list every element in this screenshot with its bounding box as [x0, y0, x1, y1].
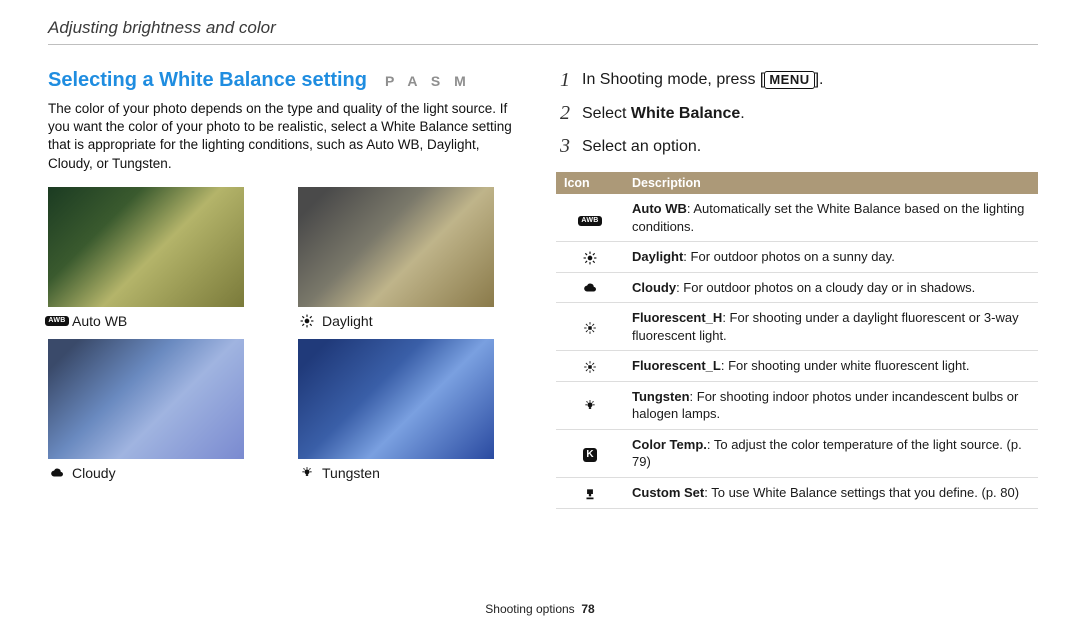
thumb-label: Tungsten [322, 465, 380, 481]
option-desc: : For shooting under white fluorescent l… [721, 358, 970, 373]
cloudy-icon [48, 466, 66, 480]
step-1: 1 In Shooting mode, press [MENU]. [556, 69, 1038, 92]
auto-wb-icon: AWB [578, 216, 601, 226]
option-name: Daylight [632, 249, 683, 264]
example-image-auto-wb [48, 187, 244, 307]
option-name: Fluorescent_L [632, 358, 721, 373]
thumb-label: Auto WB [72, 313, 127, 329]
step-number: 3 [556, 135, 570, 158]
tungsten-icon [298, 466, 316, 480]
option-name: Auto WB [632, 201, 687, 216]
table-row: Fluorescent_H: For shooting under a dayl… [556, 303, 1038, 351]
step-2: 2 Select White Balance. [556, 102, 1038, 125]
daylight-icon [298, 314, 316, 328]
option-name: Color Temp. [632, 437, 707, 452]
table-row: K Color Temp.: To adjust the color tempe… [556, 429, 1038, 477]
thumb-daylight: Daylight [298, 187, 526, 329]
color-temp-icon: K [583, 448, 597, 462]
example-image-tungsten [298, 339, 494, 459]
daylight-icon [581, 249, 599, 264]
table-row: Daylight: For outdoor photos on a sunny … [556, 242, 1038, 273]
option-desc: : For outdoor photos on a sunny day. [683, 249, 895, 264]
custom-set-icon [581, 485, 599, 500]
step-text: . [740, 105, 744, 122]
option-desc: : For outdoor photos on a cloudy day or … [676, 280, 975, 295]
step-number: 2 [556, 102, 570, 125]
cloudy-icon [581, 280, 599, 295]
menu-button-chip: MENU [764, 71, 814, 89]
option-desc: : For shooting indoor photos under incan… [632, 389, 1018, 422]
mode-indicator-pasm: P A S M [385, 73, 471, 89]
auto-wb-icon: AWB [48, 314, 66, 328]
white-balance-options-table: Icon Description AWB Auto WB: Automatica… [556, 172, 1038, 509]
instruction-steps: 1 In Shooting mode, press [MENU]. 2 Sele… [556, 69, 1038, 158]
table-row: Tungsten: For shooting indoor photos und… [556, 381, 1038, 429]
option-desc: : To use White Balance settings that you… [704, 485, 1019, 500]
page-footer: Shooting options 78 [0, 602, 1080, 616]
section-divider [48, 44, 1038, 45]
thumb-cloudy: Cloudy [48, 339, 276, 481]
footer-section: Shooting options [485, 602, 574, 616]
step-3: 3 Select an option. [556, 135, 1038, 158]
table-row: Fluorescent_L: For shooting under white … [556, 351, 1038, 382]
breadcrumb: Adjusting brightness and color [48, 18, 1038, 38]
step-text: Select [582, 105, 631, 122]
table-row: AWB Auto WB: Automatically set the White… [556, 194, 1038, 242]
example-image-cloudy [48, 339, 244, 459]
table-head-icon: Icon [556, 172, 624, 194]
intro-paragraph: The color of your photo depends on the t… [48, 100, 526, 173]
page-number: 78 [581, 602, 594, 616]
option-name: Cloudy [632, 280, 676, 295]
table-row: Custom Set: To use White Balance setting… [556, 478, 1038, 509]
table-head-description: Description [624, 172, 1038, 194]
tungsten-icon [581, 398, 599, 413]
thumb-auto-wb: AWB Auto WB [48, 187, 276, 329]
fluorescent-h-icon [581, 319, 599, 334]
thumb-tungsten: Tungsten [298, 339, 526, 481]
step-number: 1 [556, 69, 570, 92]
example-thumbnail-grid: AWB Auto WB Daylight Cloudy [48, 187, 526, 481]
option-desc: : Automatically set the White Balance ba… [632, 201, 1024, 234]
thumb-label: Daylight [322, 313, 373, 329]
step-text-bold: White Balance [631, 105, 740, 122]
step-text: ]. [815, 72, 824, 89]
step-text: In Shooting mode, press [ [582, 72, 764, 89]
option-name: Custom Set [632, 485, 704, 500]
fluorescent-l-icon [581, 358, 599, 373]
table-row: Cloudy: For outdoor photos on a cloudy d… [556, 272, 1038, 303]
example-image-daylight [298, 187, 494, 307]
option-name: Tungsten [632, 389, 690, 404]
option-name: Fluorescent_H [632, 310, 722, 325]
thumb-label: Cloudy [72, 465, 116, 481]
page-heading: Selecting a White Balance setting [48, 69, 367, 92]
step-text: Select an option. [582, 138, 701, 156]
